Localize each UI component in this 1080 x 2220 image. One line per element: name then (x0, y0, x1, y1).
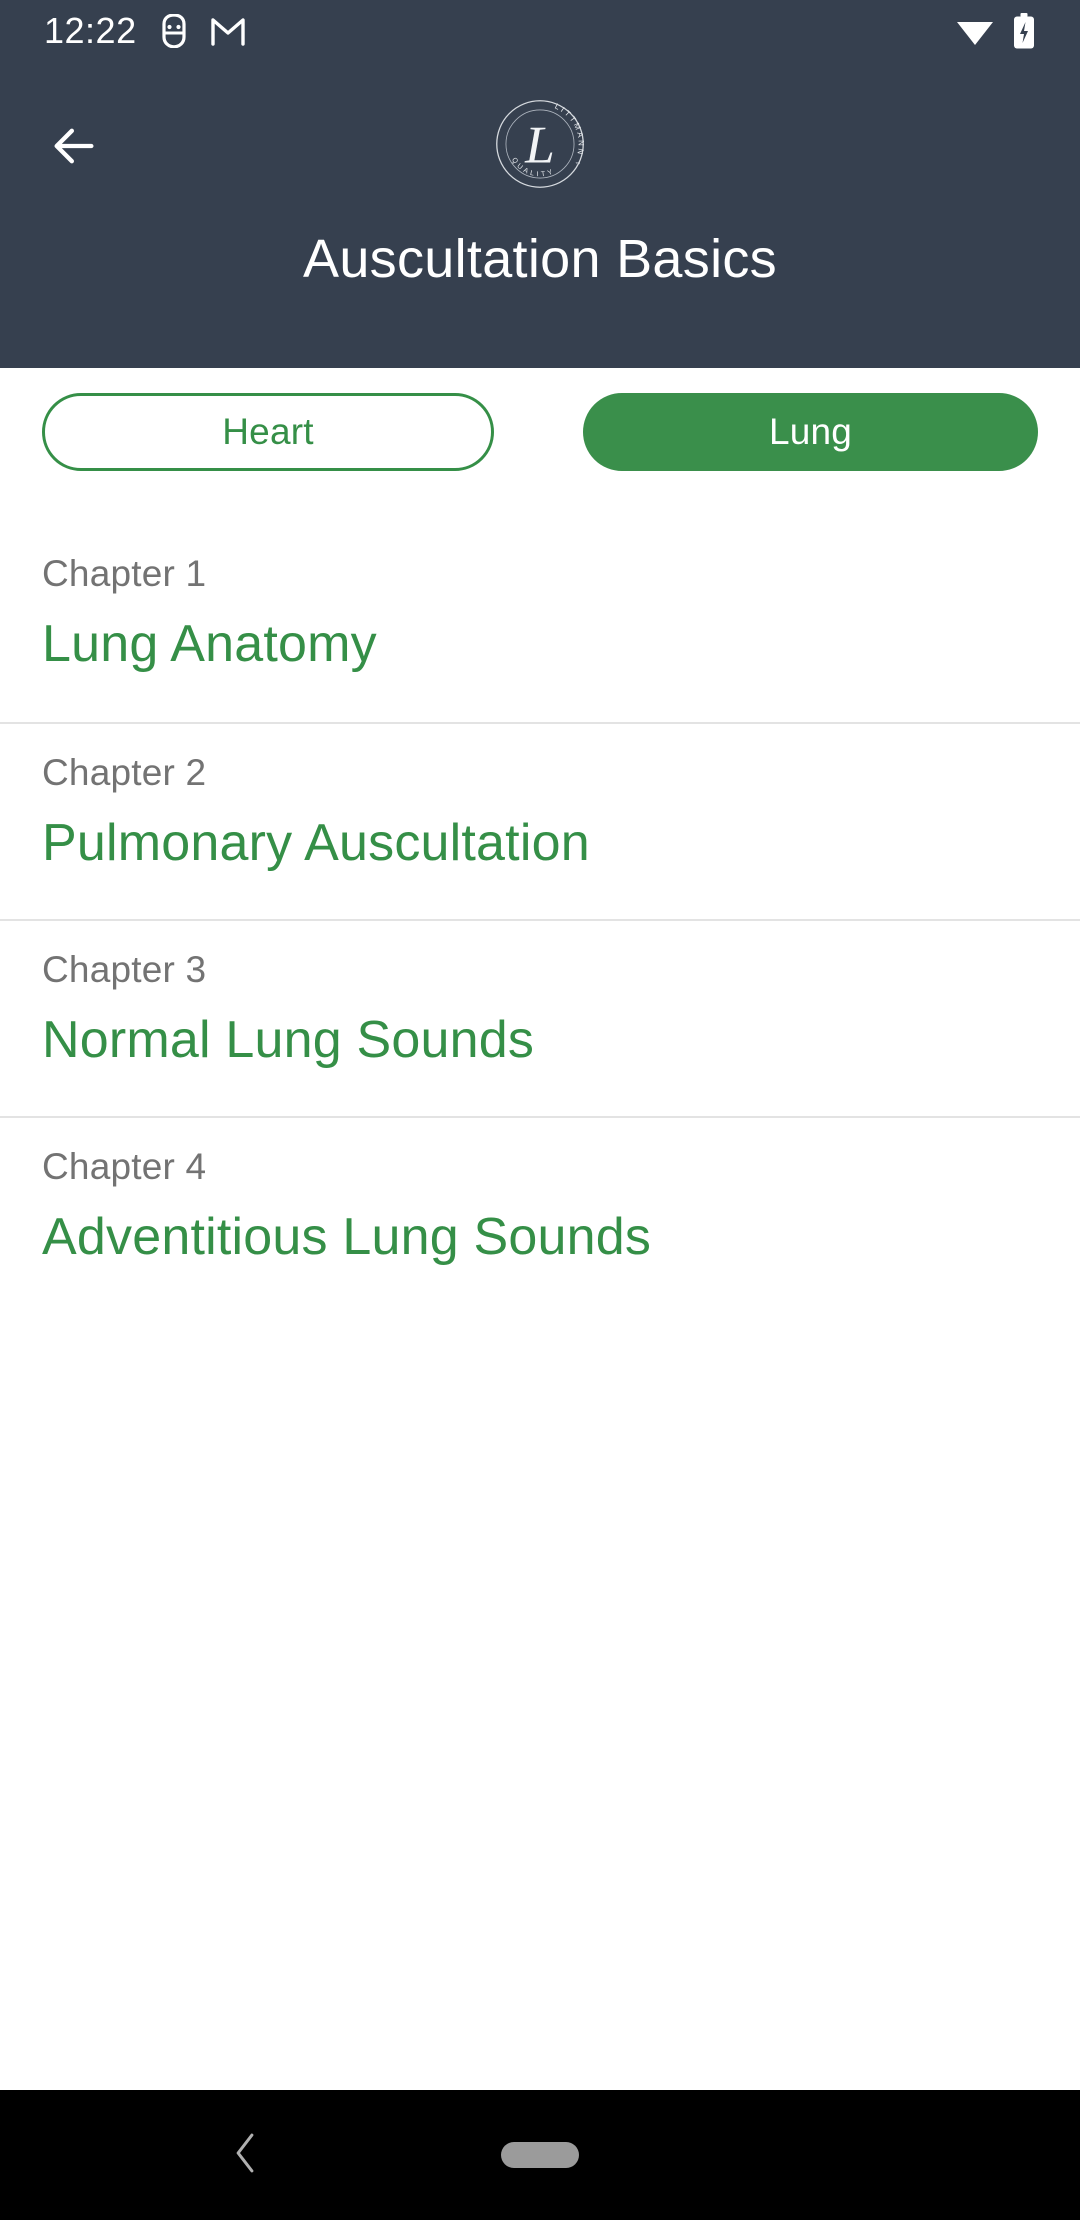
chapter-title: Pulmonary Auscultation (42, 814, 590, 872)
status-bar-right (956, 13, 1036, 49)
chapter-number-label: Chapter 2 (42, 752, 207, 793)
android-app-icon (159, 14, 189, 48)
app-header: 12:22 LITTMANN QUALITY L ™ Auscultation … (0, 0, 1080, 368)
page-title: Auscultation Basics (303, 229, 777, 289)
chapter-number-label: Chapter 4 (42, 1146, 207, 1187)
arrow-left-icon (48, 120, 100, 177)
chapter-list-item[interactable]: Chapter 2 Pulmonary Auscultation (0, 722, 1080, 919)
battery-charging-icon (1012, 13, 1036, 49)
organ-segmented-control: Heart Lung (0, 393, 1080, 473)
tab-heart[interactable]: Heart (42, 393, 494, 471)
svg-text:™: ™ (575, 162, 581, 168)
chapter-list-item[interactable]: Chapter 3 Normal Lung Sounds (0, 919, 1080, 1116)
chapter-title: Normal Lung Sounds (42, 1011, 535, 1069)
svg-text:LITTMANN: LITTMANN (553, 102, 585, 158)
chapter-number-label: Chapter 1 (42, 553, 207, 594)
status-bar-clock: 12:22 (44, 10, 137, 51)
svg-text:L: L (524, 114, 555, 174)
littmann-quality-seal-logo: LITTMANN QUALITY L ™ (494, 98, 586, 190)
wifi-icon (956, 16, 994, 46)
chapter-list: Chapter 1 Lung Anatomy Chapter 2 Pulmona… (0, 525, 1080, 1313)
system-navigation-bar (0, 2090, 1080, 2220)
status-bar: 12:22 (0, 0, 1080, 62)
app-screen: 12:22 LITTMANN QUALITY L ™ Auscultation … (0, 0, 1080, 2220)
home-pill-indicator[interactable] (501, 2142, 579, 2168)
tab-lung[interactable]: Lung (583, 393, 1038, 471)
chapter-list-item[interactable]: Chapter 1 Lung Anatomy (0, 525, 1080, 722)
chapter-title: Lung Anatomy (42, 615, 377, 673)
chapter-list-item[interactable]: Chapter 4 Adventitious Lung Sounds (0, 1116, 1080, 1313)
chapter-title: Adventitious Lung Sounds (42, 1208, 652, 1266)
chevron-left-icon (228, 2131, 262, 2180)
system-back-button[interactable] (215, 2125, 275, 2185)
status-bar-left: 12:22 (44, 10, 245, 52)
gmail-icon (210, 16, 245, 46)
back-button[interactable] (34, 108, 114, 188)
chapter-number-label: Chapter 3 (42, 949, 207, 990)
